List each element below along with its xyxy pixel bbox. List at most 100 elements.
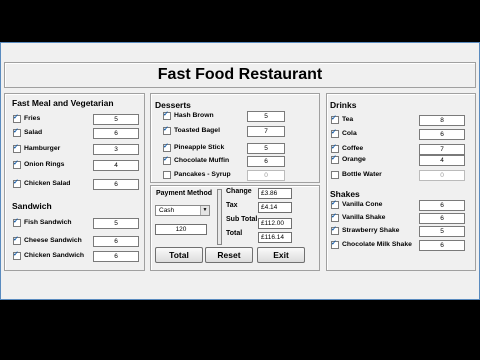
- pineapple-stick-label: Pineapple Stick: [174, 144, 225, 151]
- pancakes-syrup-qty-input[interactable]: 0: [247, 170, 285, 181]
- drinks-panel: Drinks Tea 8 Cola 6 Coffee 7 Orange 4 Bo…: [326, 93, 476, 271]
- change-value: £3.86: [258, 188, 292, 199]
- payment-method-label: Payment Method: [156, 190, 213, 197]
- menu-item-cheese-sandwich[interactable]: Cheese Sandwich 6: [13, 235, 143, 247]
- pancakes-syrup-label: Pancakes - Syrup: [174, 171, 231, 178]
- bottle-water-qty-input[interactable]: 0: [419, 170, 465, 181]
- toasted-bagel-qty-input[interactable]: 7: [247, 126, 285, 137]
- menu-item-onion-rings[interactable]: Onion Rings 4: [13, 159, 143, 171]
- orange-label: Orange: [342, 156, 366, 163]
- onion-rings-checkbox[interactable]: [13, 159, 21, 169]
- hash-brown-qty-input[interactable]: 5: [247, 111, 285, 122]
- strawberry-shake-label: Strawberry Shake: [342, 227, 400, 234]
- fish-sandwich-checkbox[interactable]: [13, 217, 21, 227]
- menu-item-hamburger[interactable]: Hamburger 3: [13, 143, 143, 155]
- menu-item-fries[interactable]: Fries 5: [13, 113, 143, 125]
- menu-item-coffee[interactable]: Coffee 7: [331, 143, 471, 155]
- cheese-sandwich-label: Cheese Sandwich: [24, 237, 82, 244]
- hash-brown-checkbox[interactable]: [163, 110, 171, 120]
- orange-qty-input[interactable]: 4: [419, 155, 465, 166]
- coffee-qty-input[interactable]: 7: [419, 144, 465, 155]
- chocolate-muffin-qty-input[interactable]: 6: [247, 156, 285, 167]
- chicken-sandwich-checkbox[interactable]: [13, 250, 21, 260]
- onion-rings-qty-input[interactable]: 4: [93, 160, 139, 171]
- vertical-slider[interactable]: [217, 189, 222, 245]
- menu-item-vanilla-shake[interactable]: Vanilla Shake 6: [331, 212, 471, 224]
- cola-qty-input[interactable]: 6: [419, 129, 465, 140]
- subtotal-value: £112.00: [258, 218, 292, 229]
- salad-label: Salad: [24, 129, 43, 136]
- pineapple-stick-checkbox[interactable]: [163, 142, 171, 152]
- menu-item-salad[interactable]: Salad 6: [13, 127, 143, 139]
- fries-checkbox[interactable]: [13, 113, 21, 123]
- total-button[interactable]: Total: [155, 247, 203, 263]
- tea-checkbox[interactable]: [331, 114, 339, 124]
- menu-item-toasted-bagel[interactable]: Toasted Bagel 7: [163, 125, 313, 137]
- coffee-checkbox[interactable]: [331, 143, 339, 153]
- strawberry-shake-checkbox[interactable]: [331, 225, 339, 235]
- cola-checkbox[interactable]: [331, 128, 339, 138]
- menu-item-vanilla-cone[interactable]: Vanilla Cone 6: [331, 199, 471, 211]
- vanilla-shake-checkbox[interactable]: [331, 212, 339, 222]
- menu-item-chocolate-milk-shake[interactable]: Chocolate Milk Shake 6: [331, 239, 471, 251]
- chocolate-milk-shake-qty-input[interactable]: 6: [419, 240, 465, 251]
- vanilla-shake-label: Vanilla Shake: [342, 214, 386, 221]
- chicken-salad-checkbox[interactable]: [13, 178, 21, 188]
- chicken-sandwich-label: Chicken Sandwich: [24, 252, 85, 259]
- reset-button[interactable]: Reset: [205, 247, 253, 263]
- cheese-sandwich-qty-input[interactable]: 6: [93, 236, 139, 247]
- drinks-heading: Drinks: [330, 100, 357, 110]
- hamburger-qty-input[interactable]: 3: [93, 144, 139, 155]
- menu-item-strawberry-shake[interactable]: Strawberry Shake 5: [331, 225, 471, 237]
- subtotal-label: Sub Total: [226, 216, 258, 223]
- hamburger-checkbox[interactable]: [13, 143, 21, 153]
- salad-qty-input[interactable]: 6: [93, 128, 139, 139]
- amount-paid-input[interactable]: 120: [155, 224, 207, 235]
- total-label: Total: [226, 230, 243, 237]
- fries-label: Fries: [24, 115, 41, 122]
- menu-item-pancakes-syrup[interactable]: Pancakes - Syrup 0: [163, 170, 313, 181]
- bottle-water-checkbox[interactable]: [331, 171, 339, 179]
- toasted-bagel-checkbox[interactable]: [163, 125, 171, 135]
- sandwich-heading: Sandwich: [12, 201, 52, 211]
- salad-checkbox[interactable]: [13, 127, 21, 137]
- menu-item-tea[interactable]: Tea 8: [331, 114, 471, 126]
- title-panel: Fast Food Restaurant: [4, 62, 476, 88]
- chocolate-muffin-label: Chocolate Muffin: [174, 157, 230, 164]
- pancakes-syrup-checkbox[interactable]: [163, 171, 171, 179]
- orange-checkbox[interactable]: [331, 154, 339, 164]
- menu-item-hash-brown[interactable]: Hash Brown 5: [163, 110, 313, 122]
- fries-qty-input[interactable]: 5: [93, 114, 139, 125]
- cola-label: Cola: [342, 130, 357, 137]
- tea-qty-input[interactable]: 8: [419, 115, 465, 126]
- chocolate-milk-shake-checkbox[interactable]: [331, 239, 339, 249]
- menu-item-pineapple-stick[interactable]: Pineapple Stick 5: [163, 142, 313, 154]
- chevron-down-icon[interactable]: ▼: [200, 206, 209, 215]
- menu-item-chocolate-muffin[interactable]: Chocolate Muffin 6: [163, 155, 313, 167]
- chicken-sandwich-qty-input[interactable]: 6: [93, 251, 139, 262]
- chocolate-milk-shake-label: Chocolate Milk Shake: [342, 241, 412, 248]
- total-value: £116.14: [258, 232, 292, 243]
- tax-label: Tax: [226, 202, 238, 209]
- menu-item-cola[interactable]: Cola 6: [331, 128, 471, 140]
- menu-item-chicken-sandwich[interactable]: Chicken Sandwich 6: [13, 250, 143, 262]
- vanilla-cone-qty-input[interactable]: 6: [419, 200, 465, 211]
- cheese-sandwich-checkbox[interactable]: [13, 235, 21, 245]
- chicken-salad-qty-input[interactable]: 6: [93, 179, 139, 190]
- strawberry-shake-qty-input[interactable]: 5: [419, 226, 465, 237]
- payment-method-value: Cash: [159, 207, 175, 214]
- menu-item-fish-sandwich[interactable]: Fish Sandwich 5: [13, 217, 143, 229]
- pineapple-stick-qty-input[interactable]: 5: [247, 143, 285, 154]
- vanilla-cone-checkbox[interactable]: [331, 199, 339, 209]
- payment-method-select[interactable]: Cash ▼: [155, 205, 210, 216]
- exit-button[interactable]: Exit: [257, 247, 305, 263]
- vanilla-cone-label: Vanilla Cone: [342, 201, 383, 208]
- menu-item-orange[interactable]: Orange 4: [331, 154, 471, 166]
- vanilla-shake-qty-input[interactable]: 6: [419, 213, 465, 224]
- fish-sandwich-qty-input[interactable]: 5: [93, 218, 139, 229]
- bottle-water-label: Bottle Water: [342, 171, 382, 178]
- onion-rings-label: Onion Rings: [24, 161, 65, 168]
- chocolate-muffin-checkbox[interactable]: [163, 155, 171, 165]
- menu-item-chicken-salad[interactable]: Chicken Salad 6: [13, 178, 143, 190]
- menu-item-bottle-water[interactable]: Bottle Water 0: [331, 170, 471, 181]
